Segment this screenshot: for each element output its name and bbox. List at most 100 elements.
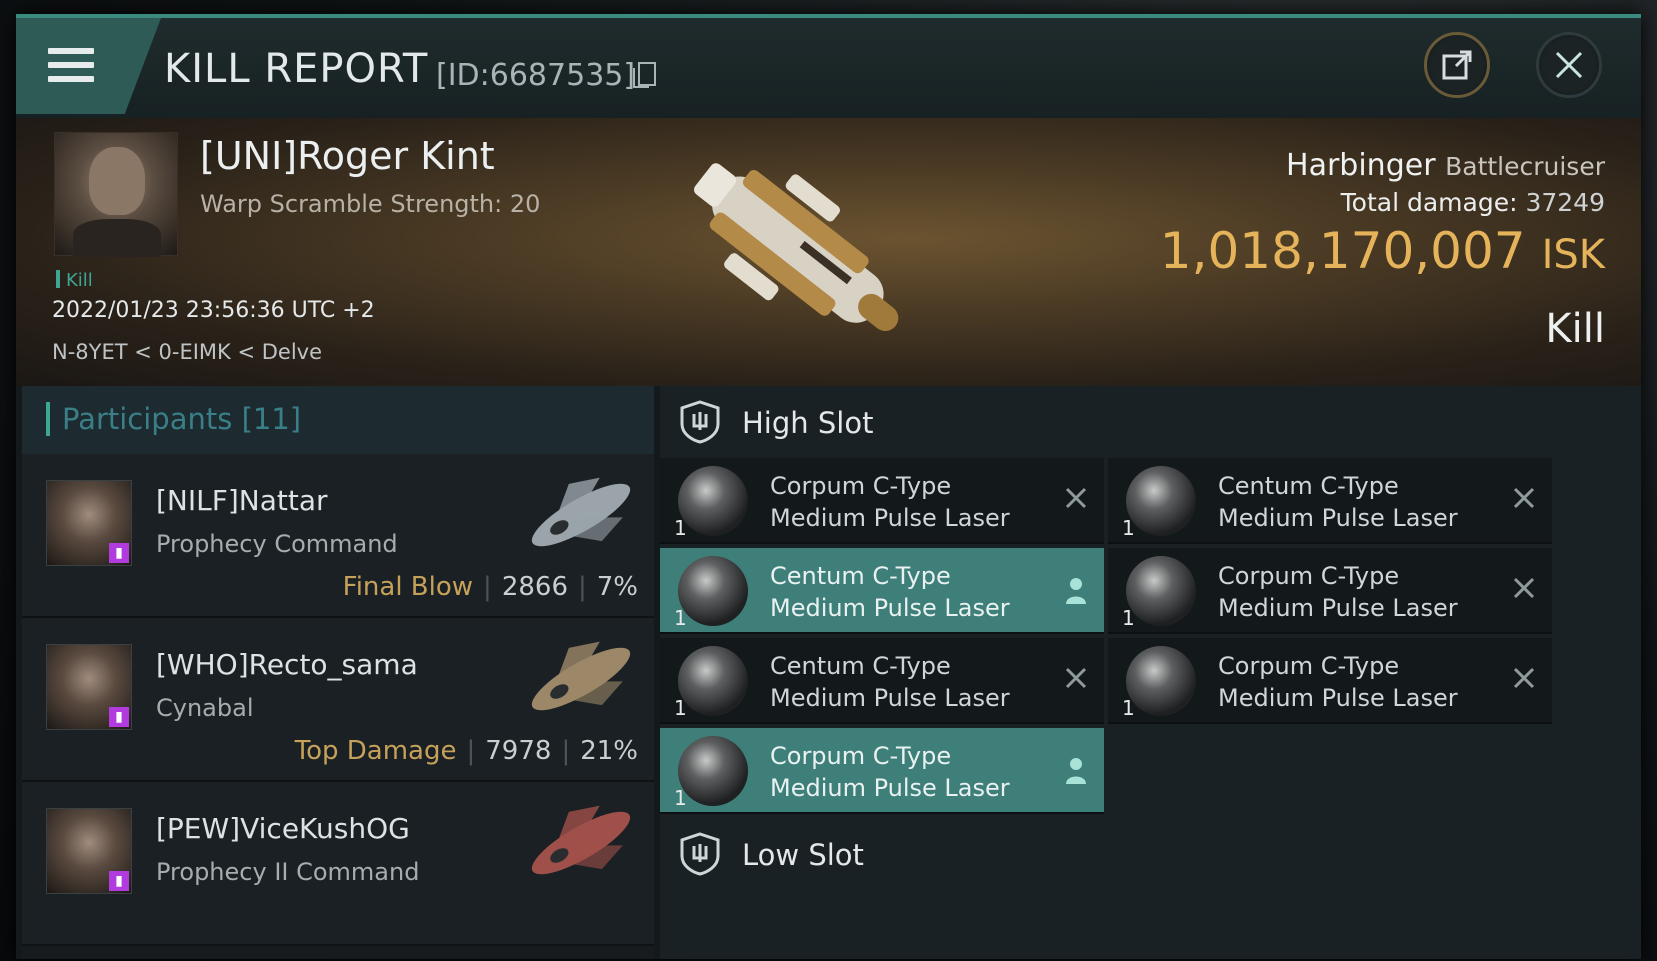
alpha-badge-icon: ▮	[109, 543, 129, 563]
participant-name[interactable]: [PEW]ViceKushOG	[156, 812, 410, 845]
isk-value: 1,018,170,007 ISK	[1160, 222, 1605, 280]
stat-separator: |	[577, 572, 587, 602]
stat-separator: |	[483, 572, 492, 602]
window-header: KILL REPORT [ID:6687535]	[16, 18, 1641, 118]
participant-portrait[interactable]: ▮	[46, 808, 132, 894]
module-name-line1: Centum C-Type	[1218, 472, 1399, 500]
participant-damage: 7978	[485, 736, 552, 766]
participant-tag: Top Damage	[294, 736, 457, 766]
victim-name[interactable]: [UNI]Roger Kint	[200, 134, 495, 178]
kill-date: 2022/01/23 23:56:36 UTC +2	[52, 298, 375, 323]
participants-panel: Participants [11] ▮ [NILF]Nattar Prophec…	[22, 386, 654, 959]
participant-ship[interactable]: Cynabal	[156, 694, 254, 722]
module-quantity: 1	[1122, 606, 1135, 630]
x-icon	[1513, 577, 1535, 599]
participant-stats: Top Damage | 7978 | 21%	[295, 736, 638, 766]
kill-location[interactable]: N-8YET < 0-EIMK < Delve	[52, 340, 322, 364]
participant-ship-image[interactable]	[516, 790, 646, 896]
victim-ship-image[interactable]	[646, 118, 946, 386]
share-icon	[1442, 50, 1472, 80]
high-slot-label: High Slot	[742, 406, 874, 440]
module-slot[interactable]: 1 Centum C-Type Medium Pulse Laser	[660, 638, 1104, 724]
header-accent-bar	[46, 402, 50, 436]
isk-amount: 1,018,170,007	[1159, 222, 1526, 280]
high-slot-header[interactable]: High Slot	[660, 386, 1641, 458]
menu-icon[interactable]	[48, 48, 94, 84]
module-icon	[678, 466, 748, 536]
low-slot-header[interactable]: Low Slot	[660, 818, 1641, 890]
participant-percent: 7%	[596, 572, 638, 602]
module-quantity: 1	[674, 606, 687, 630]
kill-tag: Kill	[56, 270, 93, 291]
stat-separator: |	[466, 736, 476, 766]
module-icon	[1126, 466, 1196, 536]
module-name-line2: Medium Pulse Laser	[770, 504, 1010, 532]
module-name-line1: Corpum C-Type	[1218, 562, 1400, 590]
participant-name[interactable]: [WHO]Recto_sama	[156, 648, 418, 681]
stat-separator: |	[561, 736, 571, 766]
share-button[interactable]	[1424, 32, 1490, 98]
low-slot-label: Low Slot	[742, 838, 864, 872]
module-slot[interactable]: 1 Corpum C-Type Medium Pulse Laser	[1108, 638, 1552, 724]
module-name-line2: Medium Pulse Laser	[1218, 594, 1458, 622]
module-name-line2: Medium Pulse Laser	[770, 594, 1010, 622]
participant-row[interactable]: ▮ [WHO]Recto_sama Cynabal Top Damage | 797…	[22, 618, 654, 782]
module-slot[interactable]: 1 Corpum C-Type Medium Pulse Laser	[1108, 548, 1552, 634]
low-slot-icon	[680, 832, 720, 876]
module-name: Centum C-Type Medium Pulse Laser	[770, 650, 1010, 714]
high-slot-modules: 1 Corpum C-Type Medium Pulse Laser 1 Cen…	[660, 458, 1641, 818]
module-name-line2: Medium Pulse Laser	[770, 684, 1010, 712]
participant-percent: 21%	[580, 736, 638, 766]
ship-name: Harbinger	[1286, 148, 1436, 183]
module-quantity: 1	[674, 696, 687, 720]
participant-ship[interactable]: Prophecy II Command	[156, 858, 419, 886]
module-quantity: 1	[674, 786, 687, 810]
total-damage-label: Total damage:	[1340, 188, 1518, 217]
module-slot[interactable]: 1 Centum C-Type Medium Pulse Laser	[660, 548, 1104, 634]
x-icon	[1513, 667, 1535, 689]
participants-header[interactable]: Participants [11]	[22, 386, 654, 454]
participant-name[interactable]: [NILF]Nattar	[156, 484, 328, 517]
participant-portrait[interactable]: ▮	[46, 644, 132, 730]
module-name-line2: Medium Pulse Laser	[770, 774, 1010, 802]
participant-stats: Final Blow | 2866 | 7%	[343, 572, 638, 602]
kill-result: Kill	[1545, 306, 1605, 352]
module-quantity: 1	[674, 516, 687, 540]
victim-ship[interactable]: Harbinger Battlecruiser	[1286, 148, 1605, 183]
participant-ship-image[interactable]	[516, 462, 646, 568]
participant-row[interactable]: ▮ [NILF]Nattar Prophecy Command Final Bl…	[22, 454, 654, 618]
participants-list: ▮ [NILF]Nattar Prophecy Command Final Bl…	[22, 454, 654, 946]
module-icon	[678, 736, 748, 806]
module-name-line2: Medium Pulse Laser	[1218, 504, 1458, 532]
module-name: Corpum C-Type Medium Pulse Laser	[1218, 560, 1458, 624]
close-button[interactable]	[1536, 32, 1602, 98]
module-icon	[1126, 646, 1196, 716]
module-icon	[678, 556, 748, 626]
participant-ship-image[interactable]	[516, 626, 646, 732]
participant-portrait[interactable]: ▮	[46, 480, 132, 566]
module-slot[interactable]: 1 Corpum C-Type Medium Pulse Laser	[660, 458, 1104, 544]
module-name: Centum C-Type Medium Pulse Laser	[1218, 470, 1458, 534]
module-quantity: 1	[1122, 696, 1135, 720]
participant-ship[interactable]: Prophecy Command	[156, 530, 398, 558]
menu-tab[interactable]	[16, 18, 161, 114]
module-name-line2: Medium Pulse Laser	[1218, 684, 1458, 712]
x-icon	[1513, 487, 1535, 509]
module-icon	[678, 646, 748, 716]
fitting-panel: High Slot 1 Corpum C-Type Medium Pulse L…	[660, 386, 1641, 959]
victim-banner: [UNI]Roger Kint Warp Scramble Strength: …	[16, 118, 1641, 386]
alpha-badge-icon: ▮	[109, 871, 129, 891]
module-slot[interactable]: 1 Centum C-Type Medium Pulse Laser	[1108, 458, 1552, 544]
total-damage: Total damage: 37249	[1341, 188, 1605, 217]
module-name: Corpum C-Type Medium Pulse Laser	[770, 740, 1010, 804]
ship-class: Battlecruiser	[1445, 152, 1605, 181]
x-icon	[1065, 487, 1087, 509]
copy-icon[interactable]	[633, 62, 656, 88]
participant-row[interactable]: ▮ [PEW]ViceKushOG Prophecy II Command	[22, 782, 654, 946]
module-slot[interactable]: 1 Corpum C-Type Medium Pulse Laser	[660, 728, 1104, 814]
victim-portrait[interactable]	[54, 132, 178, 257]
module-name-line1: Centum C-Type	[770, 562, 951, 590]
module-icon	[1126, 556, 1196, 626]
kill-id: [ID:6687535]	[436, 58, 636, 93]
alpha-badge-icon: ▮	[109, 707, 129, 727]
